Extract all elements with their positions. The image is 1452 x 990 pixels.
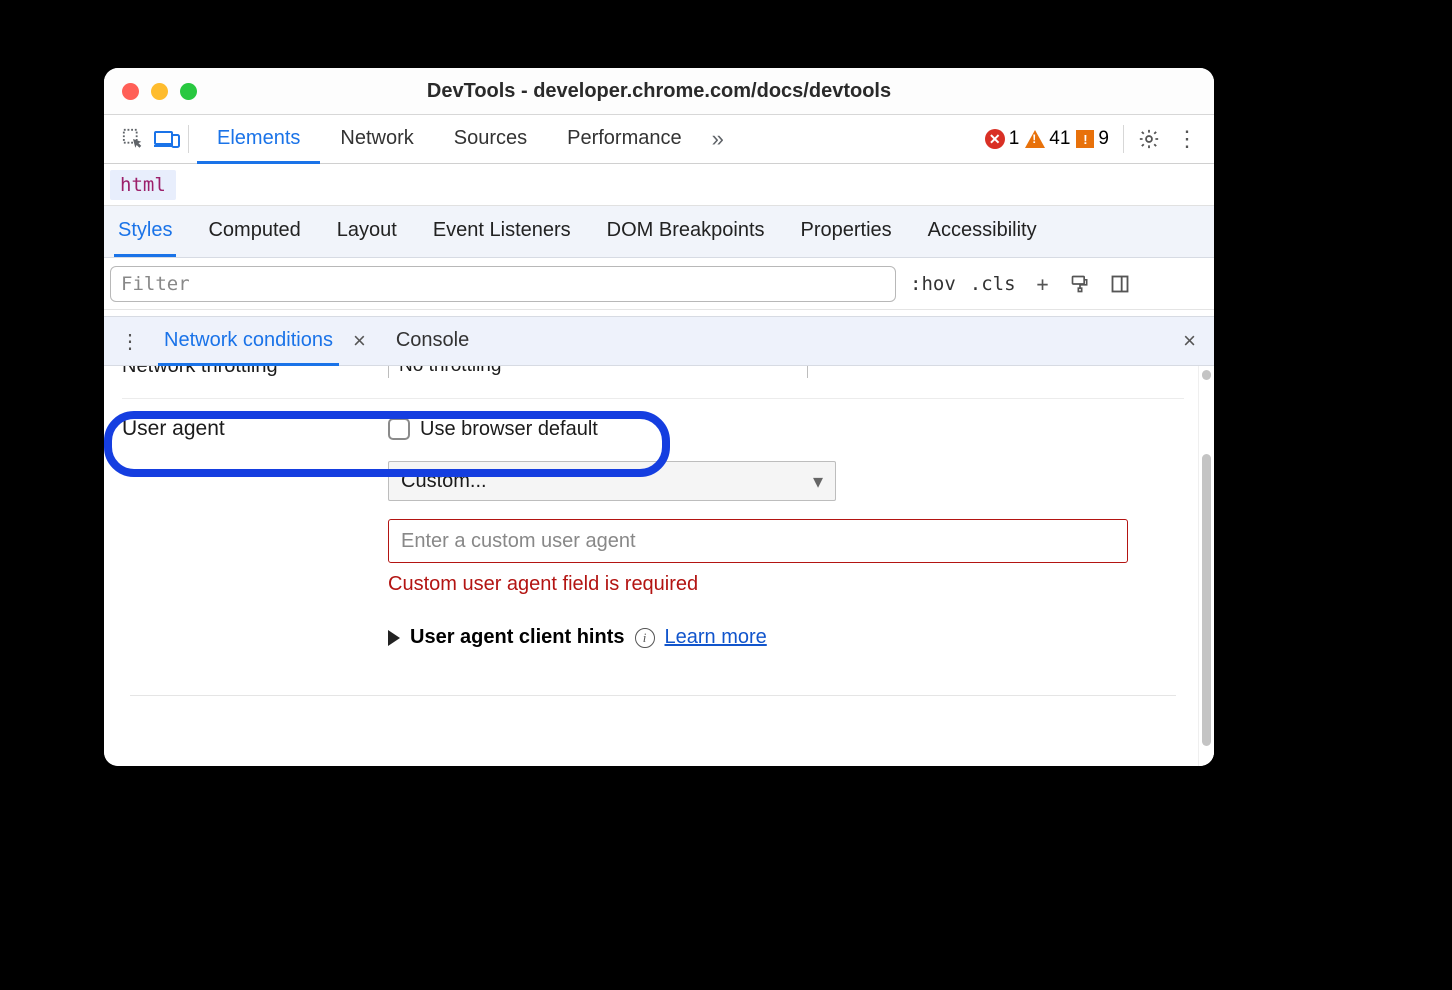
subtab-styles[interactable]: Styles [114,207,176,257]
drawer-menu-icon[interactable]: ⋮ [120,329,152,354]
dom-breadcrumb: html [104,164,1214,206]
window-title: DevTools - developer.chrome.com/docs/dev… [104,80,1214,103]
warnings-count: 41 [1049,128,1070,150]
hov-toggle[interactable]: :hov [910,273,956,295]
new-style-rule-icon[interactable]: + [1030,272,1056,296]
subtab-layout[interactable]: Layout [333,207,401,257]
elements-subtabs: Styles Computed Layout Event Listeners D… [104,206,1214,258]
ua-input-placeholder: Enter a custom user agent [401,530,636,553]
computed-sidebar-icon[interactable] [1110,274,1136,294]
inspect-element-icon[interactable] [116,122,150,156]
close-tab-icon[interactable]: × [345,328,374,354]
drawer-tab-network-conditions[interactable]: Network conditions [158,318,339,366]
subtab-properties[interactable]: Properties [797,207,896,257]
drawer-tabbar: ⋮ Network conditions × Console × [104,316,1214,366]
subtab-computed[interactable]: Computed [204,207,304,257]
zoom-window-button[interactable] [180,83,197,100]
subtab-event-listeners[interactable]: Event Listeners [429,207,575,257]
use-browser-default-checkbox[interactable]: Use browser default [388,418,598,441]
toolbar-separator [188,125,189,153]
network-conditions-panel: Network throttling No throttling User ag… [104,366,1214,766]
devtools-window: DevTools - developer.chrome.com/docs/dev… [104,68,1214,766]
user-agent-select-value: Custom... [401,470,487,493]
close-drawer-icon[interactable]: × [1175,328,1204,354]
client-hints-label: User agent client hints [410,626,625,649]
network-throttling-row: Network throttling No throttling [122,366,1184,378]
warning-icon [1025,130,1045,148]
tab-performance[interactable]: Performance [547,115,702,164]
device-toolbar-icon[interactable] [150,122,184,156]
styles-filter-input[interactable]: Filter [110,266,896,302]
more-menu-icon[interactable]: ⋮ [1168,126,1206,152]
styles-toolbar: Filter :hov .cls + [104,258,1214,310]
user-agent-label: User agent [122,417,388,441]
section-divider [122,398,1184,399]
warnings-badge[interactable]: 41 [1025,128,1070,150]
section-divider [130,695,1176,696]
scrollbar-thumb [1202,370,1211,380]
disclosure-triangle-icon[interactable] [388,630,400,646]
ua-validation-error: Custom user agent field is required [388,573,1184,596]
learn-more-link[interactable]: Learn more [665,626,767,649]
errors-badge[interactable]: ✕ 1 [985,128,1020,150]
drawer-tab-console[interactable]: Console [390,318,475,366]
filter-placeholder: Filter [121,273,190,295]
tab-elements[interactable]: Elements [197,115,320,164]
toolbar-separator [1123,125,1124,153]
issues-badge[interactable]: ! 9 [1076,128,1109,150]
error-icon: ✕ [985,129,1005,149]
issue-icon: ! [1076,130,1094,148]
cls-toggle[interactable]: .cls [970,273,1016,295]
settings-icon[interactable] [1130,128,1168,150]
throttling-select[interactable]: No throttling [388,366,808,378]
panel-tabs: Elements Network Sources Performance [197,115,702,163]
issues-count: 9 [1098,128,1109,150]
subtab-dom-breakpoints[interactable]: DOM Breakpoints [603,207,769,257]
tab-network[interactable]: Network [320,115,433,164]
client-hints-row: User agent client hints i Learn more [388,626,1184,649]
custom-user-agent-input[interactable]: Enter a custom user agent [388,519,1128,563]
titlebar: DevTools - developer.chrome.com/docs/dev… [104,68,1214,114]
chevron-down-icon: ▾ [813,469,823,494]
checkbox-icon [388,418,410,440]
checkbox-label: Use browser default [420,418,598,441]
minimize-window-button[interactable] [151,83,168,100]
breadcrumb-node[interactable]: html [110,170,176,200]
main-toolbar: Elements Network Sources Performance » ✕… [104,114,1214,164]
info-icon[interactable]: i [635,628,655,648]
tab-sources[interactable]: Sources [434,115,547,164]
close-window-button[interactable] [122,83,139,100]
status-badges: ✕ 1 41 ! 9 [985,128,1109,150]
window-controls [122,68,197,114]
scrollbar-thumb [1202,454,1211,746]
user-agent-row: User agent Use browser default [122,417,1184,441]
more-tabs-icon[interactable]: » [702,126,734,152]
subtab-accessibility[interactable]: Accessibility [924,207,1041,257]
paint-icon[interactable] [1070,274,1096,294]
user-agent-select[interactable]: Custom... ▾ [388,461,836,501]
errors-count: 1 [1009,128,1020,150]
throttling-label: Network throttling [122,366,388,378]
drawer-scrollbar[interactable] [1198,366,1214,766]
